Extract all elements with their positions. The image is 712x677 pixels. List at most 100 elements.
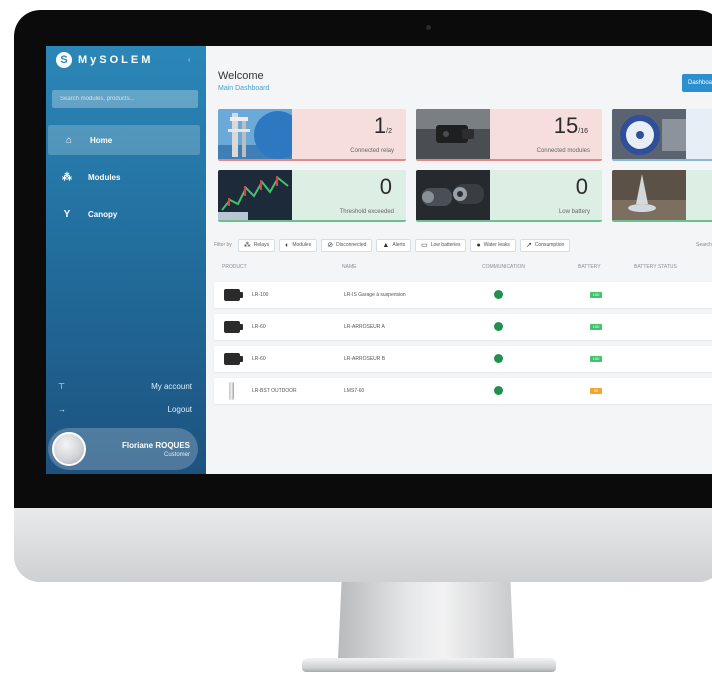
sidebar-item-label: Canopy — [88, 209, 118, 219]
battery-level-badge: 100 — [590, 324, 602, 330]
disconnected-icon: ⊘ — [327, 242, 334, 249]
card-low-battery[interactable]: 0 Low battery — [416, 170, 602, 222]
column-communication[interactable]: COMMUNICATION — [482, 264, 525, 270]
filter-bar: Filter by ⁂ Relays ◐ Modules ⊘ Disconnected… — [214, 238, 571, 252]
logout-link[interactable]: → Logout — [46, 400, 206, 418]
card-body — [686, 170, 712, 220]
monitor-foot — [302, 658, 556, 672]
card-connected-relay[interactable]: 1/2 Connected relay — [218, 109, 406, 161]
cell-product: LR-60 — [252, 324, 266, 330]
filter-water-leaks[interactable]: ● Water leaks — [470, 238, 516, 252]
table-header: PRODUCT NAME COMMUNICATION BATTERY BATTE… — [214, 264, 712, 274]
connected-status-dot — [494, 322, 503, 331]
my-account-label: My account — [151, 381, 192, 391]
filter-modules[interactable]: ◐ Modules — [279, 238, 318, 252]
canopy-icon: Y — [63, 208, 71, 220]
chip-label: Water leaks — [483, 242, 510, 248]
relay-icon: ⁂ — [243, 242, 251, 249]
connected-status-dot — [494, 386, 503, 395]
battery-level-badge: 20 — [590, 388, 602, 394]
card-label: Connected modules — [536, 148, 590, 154]
card-body — [686, 109, 712, 159]
card-body: 1/2 Connected relay — [292, 109, 406, 159]
page-title: Welcome — [218, 70, 264, 82]
chip-label: Alerts — [392, 242, 406, 248]
column-battery-status[interactable]: BATTERY STATUS — [634, 264, 677, 270]
card-threshold-exceeded[interactable]: 0 Threshold exceeded — [218, 170, 406, 222]
card-value: 1/2 — [374, 113, 392, 139]
drop-icon: ● — [476, 241, 481, 249]
cell-name: LR-ARROSEUR B — [344, 356, 386, 362]
modules-icon: ⁂ — [62, 171, 72, 183]
card-water-meter[interactable] — [612, 109, 712, 161]
card-body: 0 Threshold exceeded — [292, 170, 406, 220]
module-device-image — [416, 109, 490, 159]
filter-low-batteries[interactable]: ▭ Low batteries — [415, 238, 467, 252]
filter-relays[interactable]: ⁂ Relays — [237, 238, 276, 252]
card-water-leak[interactable] — [612, 170, 712, 222]
main-content: Welcome Main Dashboard Dashboard 1/2 Con… — [206, 46, 712, 474]
user-role: Customer — [163, 451, 190, 458]
relay-pole-icon — [229, 382, 234, 400]
dashboard-button[interactable]: Dashboard — [682, 74, 712, 92]
filter-alerts[interactable]: ▲ Alerts — [376, 238, 412, 252]
user-info: Floriane ROQUES Customer — [86, 441, 198, 458]
card-value-number: 1 — [373, 113, 387, 138]
table-row[interactable]: LR-100 LR-IS Garage à suspension 100 — [214, 282, 712, 308]
column-battery[interactable]: BATTERY — [578, 264, 601, 270]
sidebar-item-home[interactable]: ⌂ Home — [48, 125, 200, 155]
water-leak-image — [612, 170, 686, 220]
water-meter-image — [612, 109, 686, 159]
chip-label: Relays — [253, 242, 270, 248]
my-account-link[interactable]: ⊤ My account — [46, 377, 206, 395]
page-subtitle: Main Dashboard — [218, 85, 270, 92]
collapse-chevron-icon[interactable]: ‹ — [188, 57, 190, 64]
filter-search-label[interactable]: Search — [696, 242, 712, 248]
chip-label: Low batteries — [430, 242, 461, 248]
user-card[interactable]: Floriane ROQUES Customer — [48, 428, 198, 470]
stage: S MySOLEM ‹ ⌂ Home ⁂ Modules Y Canopy ⊤ … — [0, 0, 712, 677]
logo-mark-icon: S — [56, 52, 72, 68]
sidebar-item-label: Home — [90, 135, 113, 145]
module-device-icon — [224, 353, 243, 365]
relay-antenna-image — [218, 109, 292, 159]
module-device-icon — [224, 321, 243, 333]
sidebar: S MySOLEM ‹ ⌂ Home ⁂ Modules Y Canopy ⊤ … — [46, 46, 206, 474]
card-connected-modules[interactable]: 15/16 Connected modules — [416, 109, 602, 161]
table-row[interactable]: LR-60 LR-ARROSEUR B 100 — [214, 346, 712, 372]
cell-product: LR-BST OUTDOOR — [252, 388, 297, 394]
module-icon: ◐ — [285, 241, 290, 249]
battery-icon: ▭ — [421, 242, 428, 249]
sidebar-item-canopy[interactable]: Y Canopy — [46, 199, 206, 229]
connected-status-dot — [494, 290, 503, 299]
monitor-chin — [14, 508, 712, 582]
card-value-number: 0 — [575, 174, 588, 199]
filter-label: Filter by — [214, 242, 232, 248]
sidebar-item-label: Modules — [88, 172, 121, 182]
cell-name: LR-IS Garage à suspension — [344, 292, 406, 298]
user-name: Floriane ROQUES — [121, 440, 190, 450]
batteries-image — [416, 170, 490, 220]
logout-arrow-icon: → — [58, 404, 66, 414]
cell-product: LR-100 — [252, 292, 269, 298]
logout-label: Logout — [167, 404, 192, 414]
card-body: 0 Low battery — [490, 170, 602, 220]
column-product[interactable]: PRODUCT — [222, 264, 247, 270]
column-name[interactable]: NAME — [342, 264, 356, 270]
logo[interactable]: S MySOLEM — [56, 52, 153, 68]
card-value-number: 15 — [553, 113, 579, 138]
card-label: Threshold exceeded — [339, 209, 394, 215]
sidebar-search-input[interactable] — [52, 90, 198, 108]
chip-label: Consumption — [534, 242, 565, 248]
table-row[interactable]: LR-60 LR-ARROSEUR A 100 — [214, 314, 712, 340]
filter-consumption[interactable]: ↗ Consumption — [519, 238, 571, 252]
table-row[interactable]: LR-BST OUTDOOR LMS7-60 20 — [214, 378, 712, 404]
consumption-icon: ↗ — [525, 242, 532, 249]
battery-level-badge: 100 — [590, 292, 602, 298]
filter-disconnected[interactable]: ⊘ Disconnected — [321, 238, 373, 252]
cell-name: LR-ARROSEUR A — [344, 324, 385, 330]
sidebar-item-modules[interactable]: ⁂ Modules — [46, 162, 206, 192]
battery-level-badge: 100 — [590, 356, 602, 362]
cell-product: LR-60 — [252, 356, 266, 362]
card-value: 0 — [380, 174, 392, 200]
